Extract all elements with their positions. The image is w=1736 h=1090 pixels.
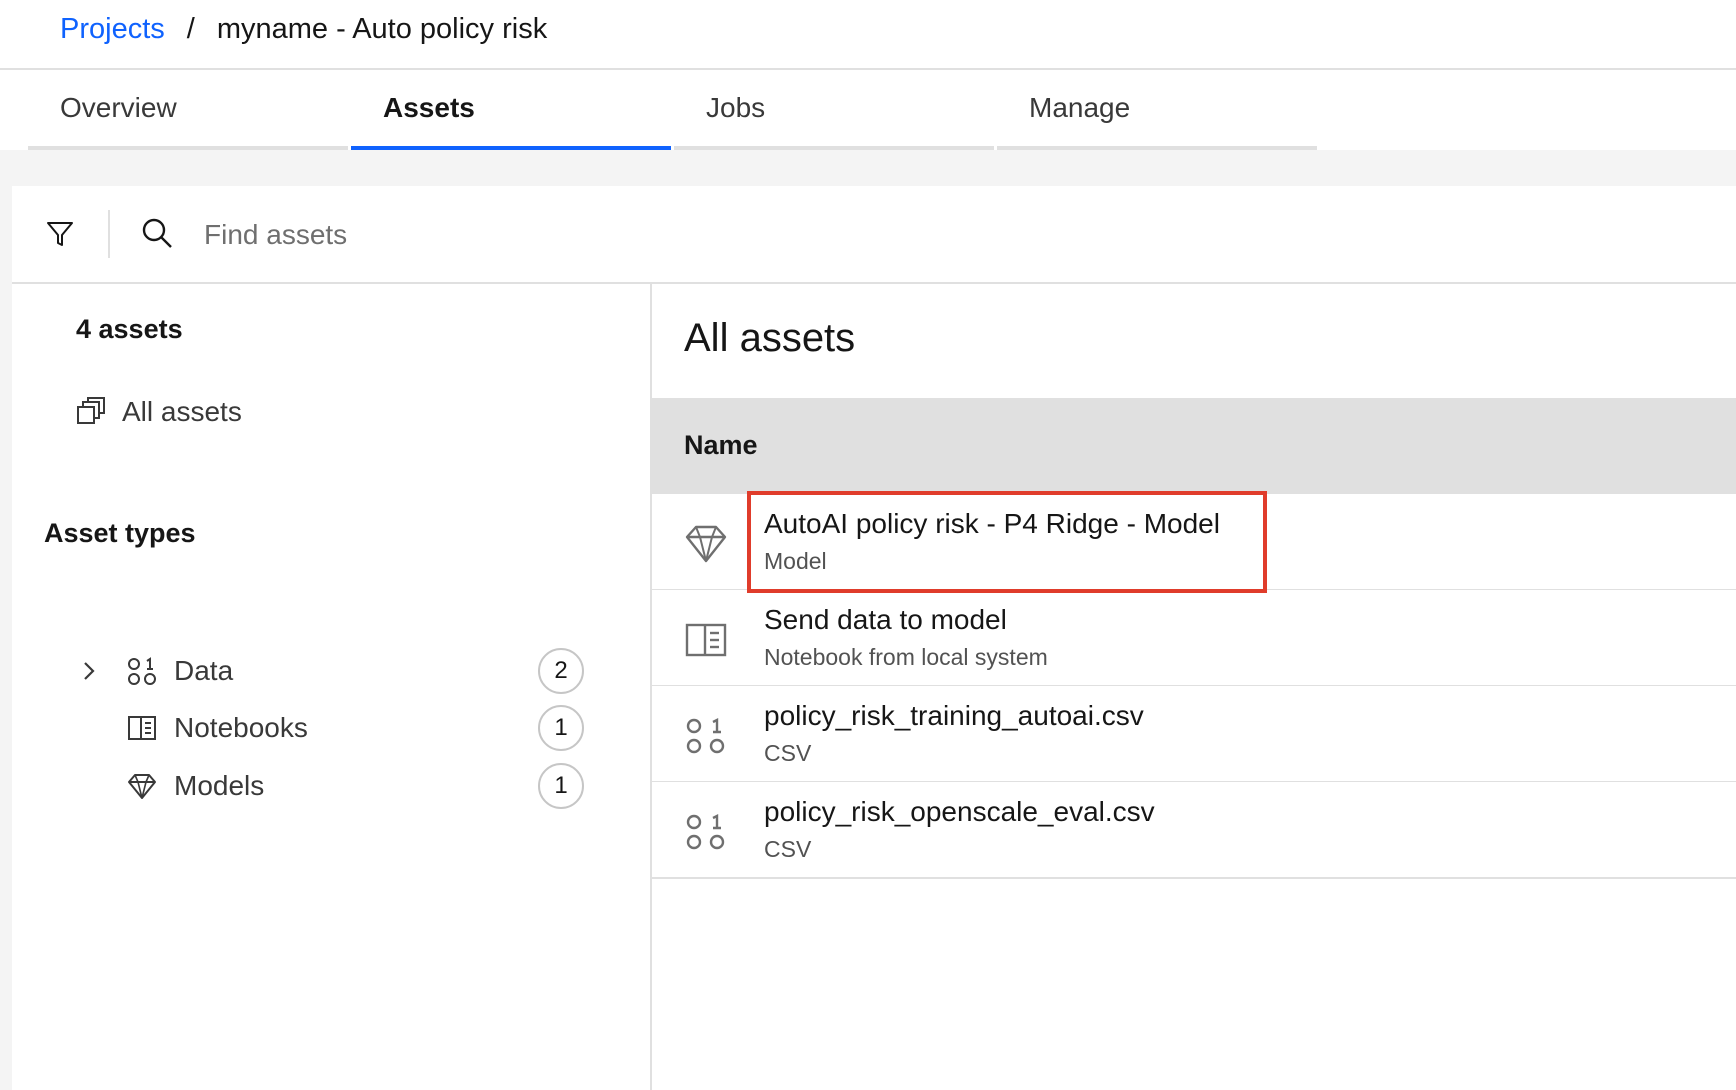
data-icon <box>126 655 158 687</box>
table-header: Name <box>652 398 1736 494</box>
tab-assets[interactable]: Assets <box>351 70 671 150</box>
asset-type-label: CSV <box>764 836 812 862</box>
search-input[interactable] <box>202 204 1106 266</box>
table-row[interactable]: policy_risk_training_autoai.csv CSV <box>652 686 1736 783</box>
asset-name-link[interactable]: policy_risk_openscale_eval.csv <box>764 796 1155 828</box>
type-label: Notebooks <box>174 712 308 743</box>
breadcrumb-current: myname - Auto policy risk <box>216 12 548 45</box>
asset-name-link[interactable]: policy_risk_training_autoai.csv <box>764 700 1144 732</box>
type-label: Models <box>174 770 265 801</box>
notebook-icon <box>126 712 158 744</box>
toolbar-divider <box>108 210 110 258</box>
column-header-name[interactable]: Name <box>684 430 758 461</box>
breadcrumb-projects-link[interactable]: Projects <box>60 13 165 46</box>
table-row[interactable]: Send data to model Notebook from local s… <box>652 590 1736 687</box>
asset-count: 4 assets <box>76 314 183 344</box>
asset-type-label: CSV <box>764 740 812 766</box>
tab-bar: Overview Assets Jobs Manage <box>28 70 1320 150</box>
content-gutter-left <box>0 150 12 1090</box>
count-badge: 2 <box>538 648 584 694</box>
data-icon <box>686 718 725 754</box>
sidebar-item-notebooks[interactable]: Notebooks 1 <box>82 704 592 752</box>
tab-overview[interactable]: Overview <box>28 70 348 150</box>
search-icon <box>142 218 172 248</box>
count-badge: 1 <box>538 763 584 809</box>
all-assets-icon <box>77 397 105 424</box>
asset-toolbar <box>12 186 1736 284</box>
asset-types-heading: Asset types <box>44 518 196 548</box>
breadcrumb-separator: / <box>186 12 195 45</box>
page-title: All assets <box>684 316 856 360</box>
type-label: Data <box>174 655 234 686</box>
content-gutter <box>0 150 1736 186</box>
sidebar-item-data[interactable]: Data 2 <box>82 647 592 695</box>
asset-name-link[interactable]: Send data to model <box>764 604 1007 636</box>
model-icon <box>126 770 158 802</box>
notebook-icon <box>685 623 727 657</box>
data-icon <box>686 814 725 850</box>
table-row[interactable]: policy_risk_openscale_eval.csv CSV <box>652 782 1736 879</box>
chevron-right-icon[interactable] <box>82 647 104 695</box>
asset-type-label: Notebook from local system <box>764 644 1048 670</box>
sidebar-item-models[interactable]: Models 1 <box>82 762 592 810</box>
tab-jobs[interactable]: Jobs <box>674 70 994 150</box>
sidebar-item-label: All assets <box>122 396 242 427</box>
filter-icon[interactable] <box>44 218 76 250</box>
count-badge: 1 <box>538 705 584 751</box>
breadcrumb: Projects / myname - Auto policy risk <box>60 0 547 58</box>
asset-sidebar: 4 assets All assets Asset types Data 2 N… <box>12 284 652 1090</box>
assets-main-panel: All assets Name AutoAI policy risk - P4 … <box>652 284 1736 1090</box>
model-icon <box>685 525 727 563</box>
sidebar-item-all-assets[interactable]: All assets <box>76 396 242 428</box>
highlight-annotation-box <box>747 491 1267 593</box>
tab-manage[interactable]: Manage <box>997 70 1317 150</box>
